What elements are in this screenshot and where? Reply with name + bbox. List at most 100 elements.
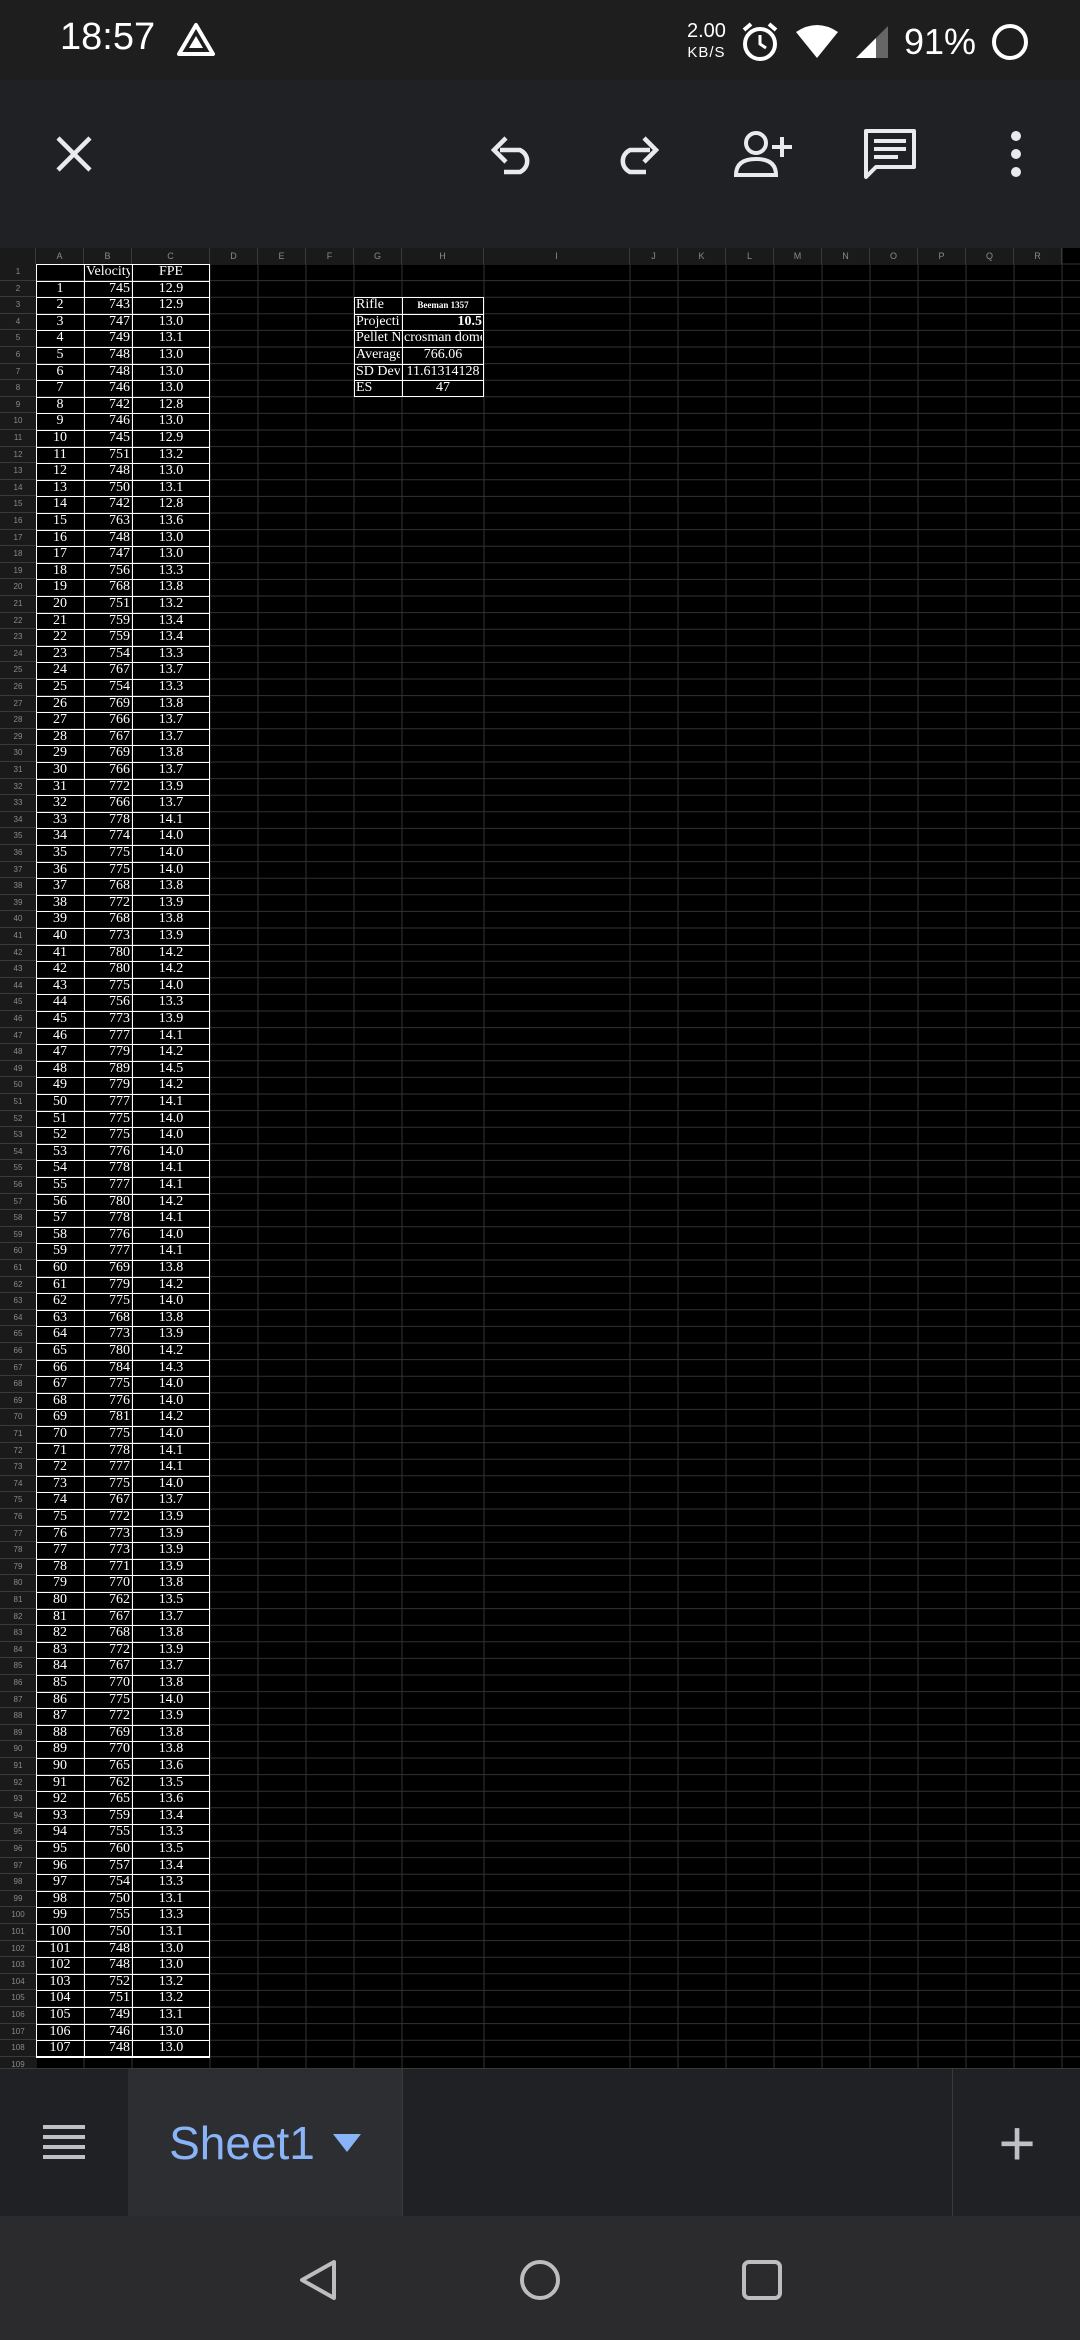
row-header[interactable]: 30	[0, 745, 36, 762]
fpe-cell[interactable]: 13.9	[134, 1642, 208, 1659]
shot-number-cell[interactable]: 22	[38, 629, 82, 646]
row-header[interactable]: 43	[0, 961, 36, 978]
row-header[interactable]: 90	[0, 1741, 36, 1758]
shot-number-cell[interactable]: 42	[38, 961, 82, 978]
fpe-cell[interactable]: 13.1	[134, 2007, 208, 2024]
shot-number-cell[interactable]: 80	[38, 1592, 82, 1609]
shot-number-cell[interactable]: 55	[38, 1177, 82, 1194]
row-header[interactable]: 32	[0, 778, 36, 796]
shot-number-cell[interactable]: 36	[38, 862, 82, 879]
fpe-cell[interactable]: 13.3	[134, 1874, 208, 1891]
fpe-cell[interactable]: 14.2	[134, 945, 208, 962]
row-header[interactable]: 99	[0, 1890, 36, 1908]
row-header[interactable]: 46	[0, 1011, 36, 1028]
fpe-cell[interactable]: 13.8	[134, 1260, 208, 1277]
velocity-cell[interactable]: 757	[86, 1858, 130, 1875]
velocity-cell[interactable]: 772	[86, 779, 130, 796]
fpe-cell[interactable]: 14.0	[134, 1393, 208, 1410]
column-header[interactable]: K	[678, 248, 726, 264]
row-header[interactable]: 68	[0, 1376, 36, 1393]
fpe-cell[interactable]: 12.8	[134, 397, 208, 414]
row-header[interactable]: 11	[0, 430, 36, 447]
row-header[interactable]: 3	[0, 297, 36, 314]
row-header[interactable]: 55	[0, 1160, 36, 1177]
row-header[interactable]: 37	[0, 861, 36, 879]
velocity-cell[interactable]: 773	[86, 1542, 130, 1559]
undo-button[interactable]	[468, 110, 556, 198]
velocity-header[interactable]: Velocity	[86, 264, 130, 281]
fpe-cell[interactable]: 13.0	[134, 2024, 208, 2041]
velocity-cell[interactable]: 767	[86, 1492, 130, 1509]
column-header[interactable]: L	[726, 248, 774, 264]
velocity-cell[interactable]: 780	[86, 1343, 130, 1360]
row-header[interactable]: 59	[0, 1226, 36, 1244]
velocity-cell[interactable]: 755	[86, 1907, 130, 1924]
row-header[interactable]: 75	[0, 1492, 36, 1509]
row-header[interactable]: 35	[0, 828, 36, 845]
row-header[interactable]: 60	[0, 1243, 36, 1260]
velocity-cell[interactable]: 765	[86, 1791, 130, 1808]
row-header[interactable]: 62	[0, 1276, 36, 1294]
row-header[interactable]: 96	[0, 1841, 36, 1858]
row-header[interactable]: 109	[0, 2056, 36, 2068]
velocity-cell[interactable]: 755	[86, 1824, 130, 1841]
fpe-cell[interactable]: 13.7	[134, 662, 208, 679]
shot-number-cell[interactable]: 24	[38, 662, 82, 679]
shot-number-cell[interactable]: 29	[38, 745, 82, 762]
fpe-cell[interactable]: 13.9	[134, 1559, 208, 1576]
column-header[interactable]: Q	[966, 248, 1014, 264]
comment-button[interactable]	[846, 110, 934, 198]
spreadsheet-grid[interactable]: A B C D E F G H I J K L M N O P Q R 1 2 3 4 5 6 7 8 9 10 11 12 13 14 15 1…	[0, 248, 1080, 2068]
shot-number-cell[interactable]: 83	[38, 1642, 82, 1659]
fpe-cell[interactable]: 13.2	[134, 1974, 208, 1991]
row-header[interactable]: 5	[0, 330, 36, 347]
fpe-cell[interactable]: 12.8	[134, 496, 208, 513]
velocity-cell[interactable]: 769	[86, 1260, 130, 1277]
fpe-cell[interactable]: 13.4	[134, 1858, 208, 1875]
row-header[interactable]: 12	[0, 446, 36, 464]
velocity-cell[interactable]: 751	[86, 596, 130, 613]
velocity-cell[interactable]: 775	[86, 1111, 130, 1128]
row-header[interactable]: 86	[0, 1675, 36, 1692]
velocity-cell[interactable]: 750	[86, 1924, 130, 1941]
velocity-cell[interactable]: 759	[86, 629, 130, 646]
shot-number-cell[interactable]: 49	[38, 1077, 82, 1094]
fpe-cell[interactable]: 13.9	[134, 1011, 208, 1028]
fpe-cell[interactable]: 13.3	[134, 1824, 208, 1841]
fpe-cell[interactable]: 13.0	[134, 364, 208, 381]
shot-number-cell[interactable]: 75	[38, 1509, 82, 1526]
velocity-cell[interactable]: 775	[86, 1293, 130, 1310]
row-header[interactable]: 24	[0, 645, 36, 663]
fpe-cell[interactable]: 14.0	[134, 862, 208, 879]
shot-number-cell[interactable]: 71	[38, 1443, 82, 1460]
row-header[interactable]: 34	[0, 811, 36, 829]
shot-number-cell[interactable]: 25	[38, 679, 82, 696]
velocity-cell[interactable]: 748	[86, 2040, 130, 2057]
row-header[interactable]: 21	[0, 596, 36, 613]
velocity-cell[interactable]: 750	[86, 480, 130, 497]
close-button[interactable]	[30, 110, 118, 198]
shot-number-cell[interactable]: 102	[38, 1957, 82, 1974]
shot-number-cell[interactable]: 91	[38, 1775, 82, 1792]
shot-number-cell[interactable]: 92	[38, 1791, 82, 1808]
fpe-cell[interactable]: 13.2	[134, 1990, 208, 2007]
velocity-cell[interactable]: 745	[86, 430, 130, 447]
shot-number-cell[interactable]: 47	[38, 1044, 82, 1061]
fpe-cell[interactable]: 13.9	[134, 1509, 208, 1526]
fpe-cell[interactable]: 14.1	[134, 1160, 208, 1177]
row-header[interactable]: 13	[0, 463, 36, 480]
velocity-cell[interactable]: 768	[86, 878, 130, 895]
fpe-cell[interactable]: 13.6	[134, 513, 208, 530]
row-header[interactable]: 104	[0, 1973, 36, 1991]
fpe-cell[interactable]: 13.8	[134, 1741, 208, 1758]
fpe-cell[interactable]: 14.0	[134, 828, 208, 845]
fpe-cell[interactable]: 13.0	[134, 314, 208, 331]
velocity-cell[interactable]: 771	[86, 1559, 130, 1576]
fpe-cell[interactable]: 13.0	[134, 1957, 208, 1974]
shot-number-cell[interactable]: 84	[38, 1658, 82, 1675]
shot-number-cell[interactable]: 40	[38, 928, 82, 945]
row-header[interactable]: 88	[0, 1708, 36, 1725]
shot-number-cell[interactable]: 61	[38, 1277, 82, 1294]
fpe-cell[interactable]: 13.0	[134, 413, 208, 430]
row-header[interactable]: 41	[0, 928, 36, 945]
